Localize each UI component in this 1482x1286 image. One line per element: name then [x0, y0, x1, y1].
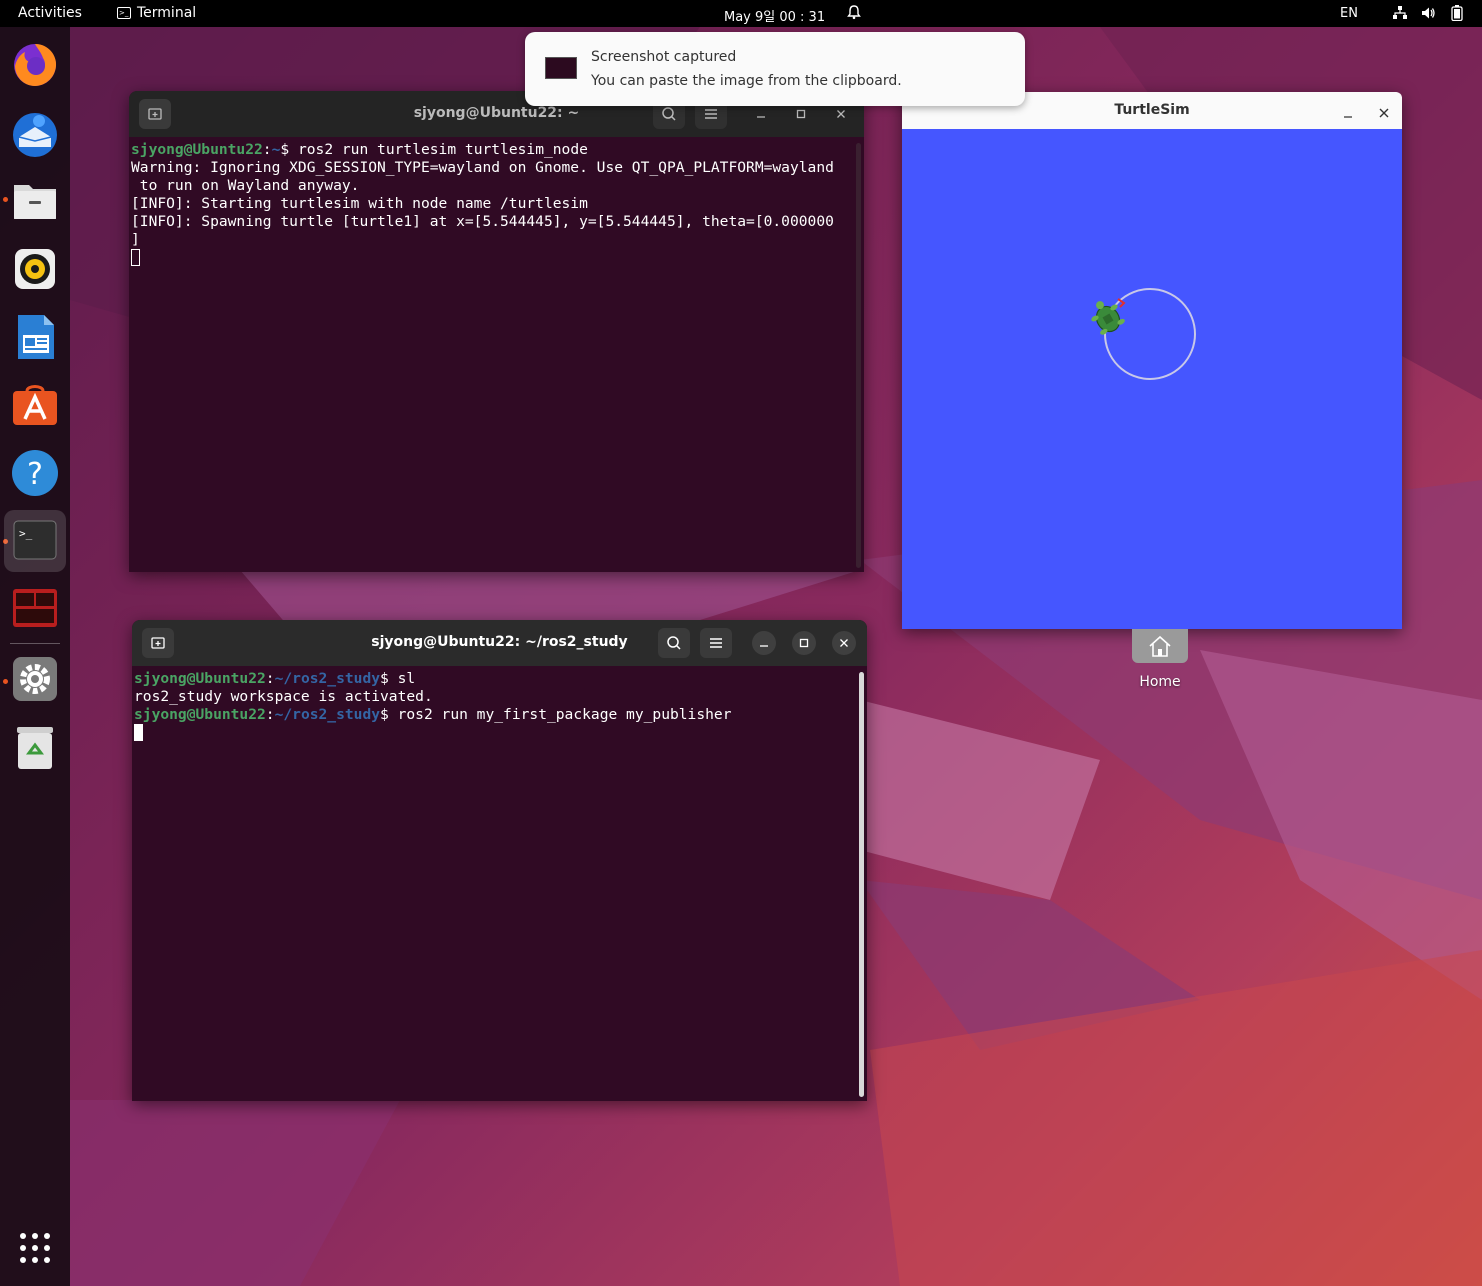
terminal-icon: >_ [117, 7, 131, 19]
top-bar: Activities >_ Terminal May 9일 00 : 31 EN [0, 0, 1482, 27]
close-icon [840, 639, 848, 647]
writer-icon [18, 315, 54, 359]
files-icon [14, 185, 56, 219]
terminator-icon [13, 589, 57, 627]
home-folder-icon[interactable] [1132, 629, 1188, 663]
scrollbar[interactable] [859, 672, 864, 1097]
volume-icon[interactable] [1420, 5, 1436, 25]
language-indicator[interactable]: EN [1340, 6, 1358, 21]
prompt-user: sjyong@Ubuntu22 [134, 670, 266, 687]
search-icon [667, 636, 681, 650]
terminal-titlebar[interactable]: sjyong@Ubuntu22: ~/ros2_study [132, 620, 867, 666]
help-icon: ? [12, 450, 58, 496]
close-icon [1379, 108, 1389, 118]
command-text: ros2 run turtlesim turtlesim_node [297, 141, 588, 158]
running-indicator [3, 679, 8, 684]
rhythmbox-icon [15, 249, 55, 289]
output-line: [INFO]: Starting turtlesim with node nam… [131, 195, 588, 212]
menu-button[interactable] [700, 628, 732, 658]
output-line: ] [131, 231, 140, 248]
turtlesim-canvas [902, 129, 1402, 629]
close-button[interactable] [1378, 104, 1390, 123]
minimize-button[interactable] [752, 631, 776, 655]
app-menu[interactable]: >_ Terminal [117, 5, 196, 21]
turtle-trail [1091, 288, 1196, 380]
dock-item-help[interactable]: ? [9, 447, 61, 499]
bell-icon[interactable] [846, 4, 862, 24]
prompt-user: sjyong@Ubuntu22 [134, 706, 266, 723]
svg-text:>_: >_ [19, 527, 33, 540]
output-line: ros2_study workspace is activated. [134, 688, 433, 705]
minimize-button[interactable] [1342, 104, 1354, 123]
app-menu-label: Terminal [137, 5, 197, 21]
network-icon[interactable] [1392, 5, 1408, 25]
prompt-path: ~/ros2_study [274, 706, 381, 723]
terminal-window-home[interactable]: sjyong@Ubuntu22: ~ sjyong@Ubuntu22:~$ ro… [129, 91, 864, 572]
text-cursor [131, 249, 140, 266]
hamburger-icon [705, 109, 717, 119]
dock-item-rhythmbox[interactable] [9, 243, 61, 295]
dock-item-settings[interactable] [9, 653, 61, 705]
home-icon [1149, 635, 1171, 657]
software-icon [13, 385, 57, 425]
home-folder-label[interactable]: Home [1120, 674, 1200, 690]
trash-icon [17, 727, 53, 769]
minimize-icon [1344, 116, 1352, 118]
command-text: ros2 run my_first_package my_publisher [397, 706, 732, 723]
dock-item-terminal[interactable]: >_ [4, 510, 66, 572]
terminal-icon: >_ [13, 520, 57, 560]
search-button[interactable] [658, 628, 690, 658]
close-button[interactable] [832, 631, 856, 655]
terminal-line: sjyong@Ubuntu22:~/ros2_study$ ros2 run m… [134, 706, 732, 723]
prompt-user: sjyong@Ubuntu22 [131, 141, 263, 158]
close-icon [837, 110, 845, 118]
screenshot-thumbnail [545, 57, 577, 79]
minimize-icon [757, 116, 765, 118]
terminal-line: sjyong@Ubuntu22:~/ros2_study$ sl [134, 670, 416, 687]
maximize-button[interactable] [792, 631, 816, 655]
dock-item-trash[interactable] [9, 721, 61, 773]
dock-item-software[interactable] [9, 379, 61, 431]
clock[interactable]: May 9일 00 : 31 [724, 6, 825, 25]
prompt-path: ~/ros2_study [274, 670, 381, 687]
battery-icon[interactable] [1451, 5, 1463, 25]
settings-icon [13, 657, 57, 701]
dock-item-files[interactable] [9, 175, 61, 227]
output-line: [INFO]: Spawning turtle [turtle1] at x=[… [131, 213, 834, 230]
maximize-icon [796, 109, 806, 119]
notification-body: You can paste the image from the clipboa… [591, 73, 902, 89]
notification-banner[interactable]: Screenshot captured You can paste the im… [525, 32, 1025, 106]
dock-separator [10, 643, 60, 644]
firefox-icon [14, 44, 57, 86]
notification-title: Screenshot captured [591, 49, 737, 65]
dock-item-thunderbird[interactable] [9, 107, 61, 159]
svg-text:?: ? [27, 457, 43, 492]
thunderbird-icon [13, 113, 57, 157]
text-cursor [134, 724, 143, 741]
terminal-output[interactable]: sjyong@Ubuntu22:~/ros2_study$ sl ros2_stu… [134, 670, 855, 1101]
terminal-line: sjyong@Ubuntu22:~$ ros2 run turtlesim tu… [131, 141, 588, 158]
turtlesim-window[interactable]: TurtleSim [902, 92, 1402, 629]
search-icon [662, 107, 676, 121]
terminal-window-ros2-study[interactable]: sjyong@Ubuntu22: ~/ros2_study sjyong@Ubu… [132, 620, 867, 1101]
dock-item-terminator[interactable] [9, 583, 61, 635]
command-text: sl [397, 670, 416, 687]
output-line: to run on Wayland anyway. [131, 177, 360, 194]
dock-item-writer[interactable] [9, 311, 61, 363]
terminal-output[interactable]: sjyong@Ubuntu22:~$ ros2 run turtlesim tu… [131, 141, 852, 572]
running-indicator [3, 197, 8, 202]
output-line: Warning: Ignoring XDG_SESSION_TYPE=wayla… [131, 159, 834, 176]
scrollbar[interactable] [856, 143, 861, 568]
apps-grid-icon[interactable] [19, 1232, 51, 1264]
maximize-icon [799, 638, 809, 648]
dock: ? >_ [0, 27, 70, 1286]
dock-item-firefox[interactable] [9, 38, 61, 90]
minimize-icon [760, 645, 768, 647]
activities-button[interactable]: Activities [18, 5, 82, 21]
hamburger-icon [710, 638, 722, 648]
